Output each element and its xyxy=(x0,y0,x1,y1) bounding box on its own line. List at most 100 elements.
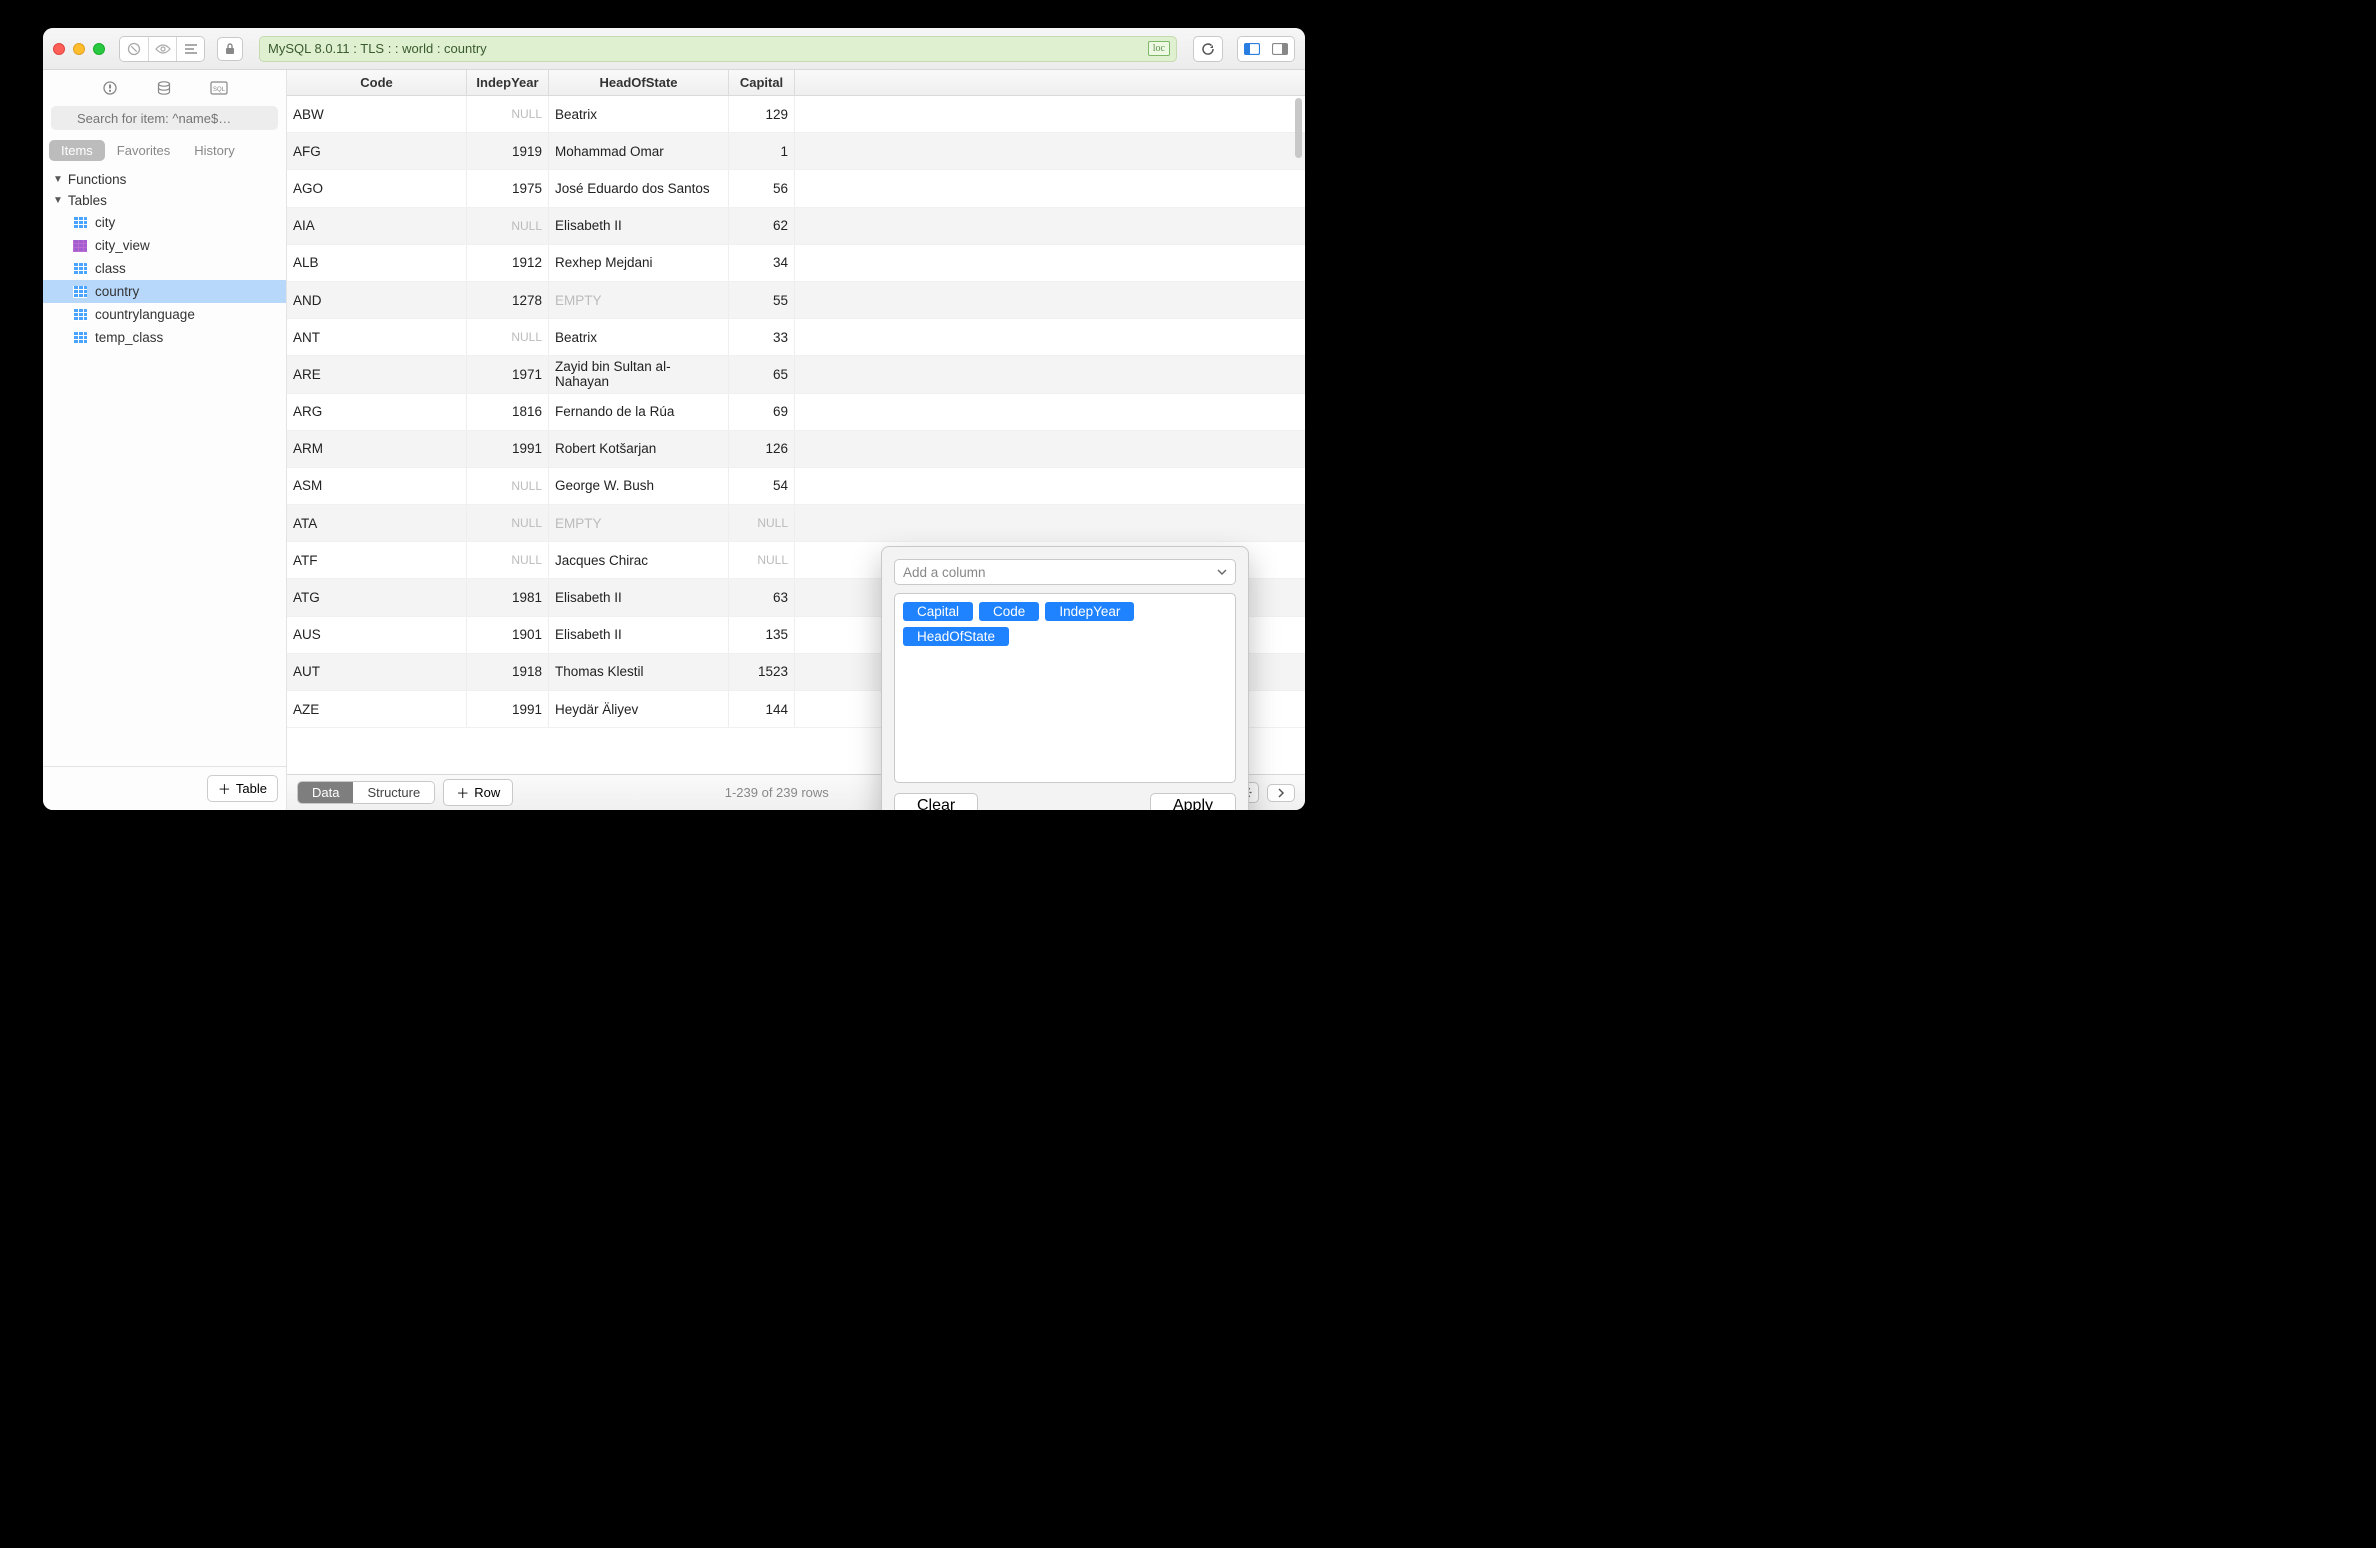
cell-head[interactable]: Beatrix xyxy=(549,319,729,355)
table-row[interactable]: AND1278EMPTY55 xyxy=(287,282,1305,319)
right-panel-toggle[interactable] xyxy=(1266,37,1294,61)
cell-cap[interactable]: 34 xyxy=(729,245,795,281)
cell-code[interactable]: ARM xyxy=(287,431,467,467)
cell-cap[interactable]: 54 xyxy=(729,468,795,504)
vertical-scrollbar[interactable] xyxy=(1295,98,1302,158)
column-tag-indepyear[interactable]: IndepYear xyxy=(1045,602,1134,621)
cell-cap[interactable]: 1523 xyxy=(729,654,795,690)
sidebar-tab-history[interactable]: History xyxy=(182,140,246,161)
cell-code[interactable]: ATG xyxy=(287,579,467,615)
cell-indep[interactable]: 1991 xyxy=(467,431,549,467)
table-row[interactable]: ALB1912Rexhep Mejdani34 xyxy=(287,245,1305,282)
cell-head[interactable]: EMPTY xyxy=(549,505,729,541)
selected-columns-box[interactable]: Capital Code IndepYear HeadOfState xyxy=(894,593,1236,783)
sidebar-table-temp_class[interactable]: temp_class xyxy=(43,326,286,349)
cell-head[interactable]: José Eduardo dos Santos xyxy=(549,170,729,206)
cell-code[interactable]: ATA xyxy=(287,505,467,541)
tree-section-functions[interactable]: Functions xyxy=(43,169,286,190)
cell-cap[interactable]: 63 xyxy=(729,579,795,615)
cell-head[interactable]: EMPTY xyxy=(549,282,729,318)
cell-code[interactable]: ABW xyxy=(287,96,467,132)
eye-icon[interactable] xyxy=(148,37,176,61)
column-tag-headofstate[interactable]: HeadOfState xyxy=(903,627,1009,646)
cell-head[interactable]: Beatrix xyxy=(549,96,729,132)
reload-button[interactable] xyxy=(1193,36,1223,62)
cell-head[interactable]: Elisabeth II xyxy=(549,208,729,244)
sidebar-table-country[interactable]: country xyxy=(43,280,286,303)
cell-cap[interactable]: 126 xyxy=(729,431,795,467)
cell-head[interactable]: Thomas Klestil xyxy=(549,654,729,690)
clear-button[interactable]: Clear xyxy=(894,793,978,810)
cell-indep[interactable]: 1919 xyxy=(467,133,549,169)
cell-head[interactable]: George W. Bush xyxy=(549,468,729,504)
table-row[interactable]: ABWNULLBeatrix129 xyxy=(287,96,1305,133)
tree-section-tables[interactable]: Tables xyxy=(43,190,286,211)
cell-code[interactable]: ALB xyxy=(287,245,467,281)
sidebar-table-countrylanguage[interactable]: countrylanguage xyxy=(43,303,286,326)
table-row[interactable]: ARM1991Robert Kotšarjan126 xyxy=(287,431,1305,468)
cell-cap[interactable]: NULL xyxy=(729,505,795,541)
connections-icon[interactable] xyxy=(99,78,121,98)
left-panel-toggle[interactable] xyxy=(1238,37,1266,61)
cell-cap[interactable]: 135 xyxy=(729,617,795,653)
cell-cap[interactable]: 33 xyxy=(729,319,795,355)
stop-icon[interactable] xyxy=(120,37,148,61)
table-row[interactable]: AGO1975José Eduardo dos Santos56 xyxy=(287,170,1305,207)
cell-code[interactable]: AUS xyxy=(287,617,467,653)
column-header-code[interactable]: Code xyxy=(287,70,467,95)
cell-cap[interactable]: 144 xyxy=(729,691,795,727)
sidebar-tab-favorites[interactable]: Favorites xyxy=(105,140,182,161)
cell-indep[interactable]: 1991 xyxy=(467,691,549,727)
cell-indep[interactable]: NULL xyxy=(467,208,549,244)
connection-bar[interactable]: MySQL 8.0.11 : TLS : : world : country l… xyxy=(259,36,1177,62)
cell-head[interactable]: Elisabeth II xyxy=(549,617,729,653)
cell-head[interactable]: Mohammad Omar xyxy=(549,133,729,169)
cell-indep[interactable]: 1971 xyxy=(467,356,549,392)
sidebar-tab-items[interactable]: Items xyxy=(49,140,105,161)
cell-code[interactable]: ANT xyxy=(287,319,467,355)
cell-code[interactable]: ARE xyxy=(287,356,467,392)
cell-indep[interactable]: 1975 xyxy=(467,170,549,206)
cell-indep[interactable]: NULL xyxy=(467,319,549,355)
column-header-headofstate[interactable]: HeadOfState xyxy=(549,70,729,95)
cell-code[interactable]: ARG xyxy=(287,394,467,430)
cell-cap[interactable]: 1 xyxy=(729,133,795,169)
cell-indep[interactable]: 1981 xyxy=(467,579,549,615)
table-row[interactable]: ATANULLEMPTYNULL xyxy=(287,505,1305,542)
cell-indep[interactable]: 1912 xyxy=(467,245,549,281)
tab-data[interactable]: Data xyxy=(298,782,353,803)
format-icon[interactable] xyxy=(176,37,204,61)
cell-code[interactable]: AGO xyxy=(287,170,467,206)
next-page-button[interactable] xyxy=(1267,784,1295,802)
cell-head[interactable]: Fernando de la Rúa xyxy=(549,394,729,430)
cell-code[interactable]: AIA xyxy=(287,208,467,244)
cell-head[interactable]: Heydär Äliyev xyxy=(549,691,729,727)
column-tag-code[interactable]: Code xyxy=(979,602,1039,621)
zoom-window-button[interactable] xyxy=(93,43,105,55)
column-tag-capital[interactable]: Capital xyxy=(903,602,973,621)
cell-code[interactable]: ATF xyxy=(287,542,467,578)
add-table-button[interactable]: ＋Table xyxy=(207,775,278,802)
cell-indep[interactable]: NULL xyxy=(467,96,549,132)
apply-button[interactable]: Apply xyxy=(1150,793,1236,810)
cell-head[interactable]: Jacques Chirac xyxy=(549,542,729,578)
sidebar-table-city[interactable]: city xyxy=(43,211,286,234)
cell-head[interactable]: Elisabeth II xyxy=(549,579,729,615)
cell-cap[interactable]: 55 xyxy=(729,282,795,318)
sql-icon[interactable]: SQL xyxy=(208,78,230,98)
sidebar-table-class[interactable]: class xyxy=(43,257,286,280)
table-row[interactable]: ANTNULLBeatrix33 xyxy=(287,319,1305,356)
cell-indep[interactable]: NULL xyxy=(467,468,549,504)
cell-cap[interactable]: 69 xyxy=(729,394,795,430)
cell-indep[interactable]: NULL xyxy=(467,542,549,578)
sidebar-table-city_view[interactable]: city_view xyxy=(43,234,286,257)
cell-cap[interactable]: 56 xyxy=(729,170,795,206)
table-row[interactable]: AIANULLElisabeth II62 xyxy=(287,208,1305,245)
cell-cap[interactable]: 65 xyxy=(729,356,795,392)
add-row-button[interactable]: ＋Row xyxy=(443,779,513,806)
close-window-button[interactable] xyxy=(53,43,65,55)
table-row[interactable]: AFG1919Mohammad Omar1 xyxy=(287,133,1305,170)
cell-code[interactable]: AZE xyxy=(287,691,467,727)
cell-indep[interactable]: 1901 xyxy=(467,617,549,653)
minimize-window-button[interactable] xyxy=(73,43,85,55)
